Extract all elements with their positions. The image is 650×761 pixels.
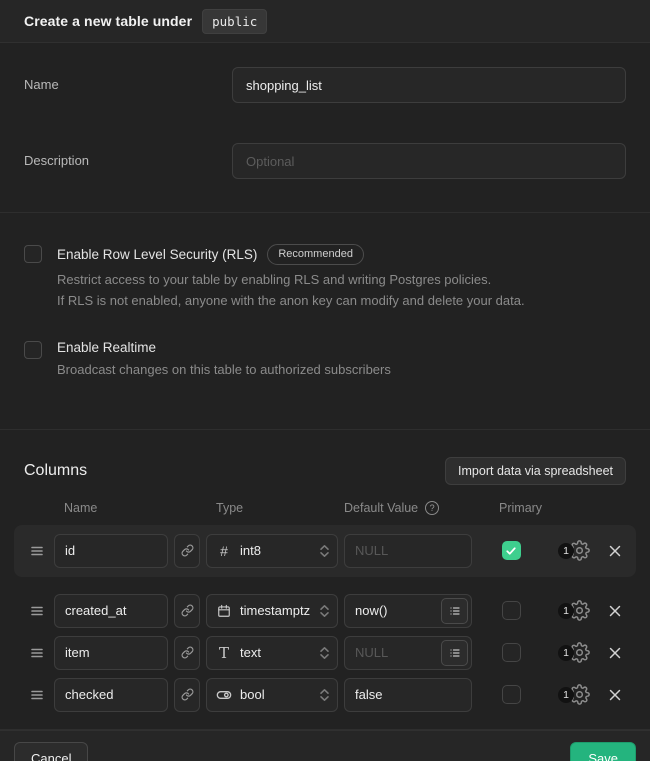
realtime-toggle-row: Enable Realtime Broadcast changes on thi… — [24, 340, 626, 381]
chevron-up-down-icon — [319, 646, 330, 660]
create-table-dialog: Create a new table under public Name Des… — [0, 0, 650, 761]
column-type-select[interactable]: timestamptz — [206, 594, 338, 628]
close-icon — [608, 544, 622, 558]
column-type-select[interactable]: T text — [206, 636, 338, 670]
columns-heading: Columns — [24, 462, 87, 480]
columns-table-header: Name Type Default Value ? Primary — [0, 501, 650, 515]
link-icon — [181, 646, 194, 659]
default-value-help-icon[interactable]: ? — [425, 501, 439, 515]
rls-label: Enable Row Level Security (RLS) — [57, 247, 257, 262]
dialog-footer: Cancel Save — [0, 730, 650, 761]
link-icon — [181, 604, 194, 617]
primary-checkbox[interactable] — [502, 601, 521, 620]
list-menu-icon — [449, 605, 461, 617]
rls-checkbox[interactable] — [24, 245, 42, 263]
header-name: Name — [54, 501, 168, 515]
description-field-row: Description — [24, 143, 626, 179]
toggles-section: Enable Row Level Security (RLS) Recommen… — [0, 213, 650, 430]
drag-handle-icon[interactable] — [26, 604, 48, 618]
column-settings-button[interactable]: 1 — [550, 600, 598, 621]
cancel-button[interactable]: Cancel — [14, 742, 88, 761]
name-label: Name — [24, 67, 232, 92]
link-icon — [181, 688, 194, 701]
primary-checkbox[interactable] — [502, 643, 521, 662]
import-spreadsheet-button[interactable]: Import data via spreadsheet — [445, 457, 626, 485]
close-icon — [608, 688, 622, 702]
list-menu-icon — [449, 647, 461, 659]
close-icon — [608, 604, 622, 618]
name-field-row: Name — [24, 67, 626, 103]
column-name-input[interactable] — [54, 534, 168, 568]
dialog-title: Create a new table under — [24, 13, 192, 29]
foreign-key-button[interactable] — [174, 678, 200, 712]
foreign-key-button[interactable] — [174, 594, 200, 628]
column-type-select[interactable]: # int8 — [206, 534, 338, 568]
column-name-input[interactable] — [54, 594, 168, 628]
column-row: bool 1 — [0, 677, 650, 713]
dialog-header: Create a new table under public — [0, 0, 650, 43]
recommended-badge: Recommended — [267, 244, 364, 265]
primary-checkbox[interactable] — [502, 685, 521, 704]
primary-checkbox[interactable] — [502, 541, 521, 560]
columns-section: Columns Import data via spreadsheet Name… — [0, 430, 650, 730]
schema-badge: public — [202, 9, 267, 34]
column-settings-button[interactable]: 1 — [550, 540, 598, 561]
default-menu-button[interactable] — [441, 640, 468, 666]
rls-description: Restrict access to your table by enablin… — [57, 270, 525, 312]
table-name-input[interactable] — [232, 67, 626, 103]
foreign-key-button[interactable] — [174, 636, 200, 670]
default-menu-button[interactable] — [441, 598, 468, 624]
close-icon — [608, 646, 622, 660]
settings-count-badge: 1 — [558, 687, 574, 703]
primary-row-highlight: # int8 1 — [14, 525, 636, 577]
column-name-input[interactable] — [54, 636, 168, 670]
chevron-up-down-icon — [319, 544, 330, 558]
column-type-label: timestamptz — [240, 603, 311, 618]
description-label: Description — [24, 143, 232, 168]
column-type-select[interactable]: bool — [206, 678, 338, 712]
remove-column-button[interactable] — [604, 646, 626, 660]
settings-count-badge: 1 — [558, 543, 574, 559]
remove-column-button[interactable] — [604, 544, 626, 558]
save-button[interactable]: Save — [570, 742, 636, 761]
column-settings-button[interactable]: 1 — [550, 684, 598, 705]
column-type-label: int8 — [240, 543, 311, 558]
header-default-value: Default Value — [344, 501, 418, 515]
chevron-up-down-icon — [319, 604, 330, 618]
remove-column-button[interactable] — [604, 604, 626, 618]
column-type-label: text — [240, 645, 311, 660]
settings-count-badge: 1 — [558, 645, 574, 661]
column-name-input[interactable] — [54, 678, 168, 712]
table-description-input[interactable] — [232, 143, 626, 179]
realtime-label: Enable Realtime — [57, 340, 156, 355]
toggle-icon — [216, 687, 232, 703]
rls-toggle-row: Enable Row Level Security (RLS) Recommen… — [24, 244, 626, 312]
hash-icon: # — [216, 543, 232, 559]
chevron-up-down-icon — [319, 688, 330, 702]
column-row: T text 1 — [0, 635, 650, 671]
column-rows: # int8 1 — [0, 525, 650, 713]
column-type-label: bool — [240, 687, 311, 702]
table-info-section: Name Description — [0, 43, 650, 213]
header-primary: Primary — [478, 501, 544, 515]
settings-count-badge: 1 — [558, 603, 574, 619]
calendar-icon — [216, 604, 232, 618]
column-settings-button[interactable]: 1 — [550, 642, 598, 663]
drag-handle-icon[interactable] — [26, 544, 48, 558]
header-type: Type — [206, 501, 338, 515]
default-value-input[interactable] — [344, 678, 472, 712]
realtime-description: Broadcast changes on this table to autho… — [57, 360, 391, 381]
text-type-icon: T — [216, 644, 232, 662]
drag-handle-icon[interactable] — [26, 646, 48, 660]
default-value-input[interactable] — [344, 534, 472, 568]
drag-handle-icon[interactable] — [26, 688, 48, 702]
realtime-checkbox[interactable] — [24, 341, 42, 359]
remove-column-button[interactable] — [604, 688, 626, 702]
foreign-key-button[interactable] — [174, 534, 200, 568]
link-icon — [181, 544, 194, 557]
column-row: timestamptz 1 — [0, 593, 650, 629]
column-row: # int8 1 — [14, 533, 636, 569]
